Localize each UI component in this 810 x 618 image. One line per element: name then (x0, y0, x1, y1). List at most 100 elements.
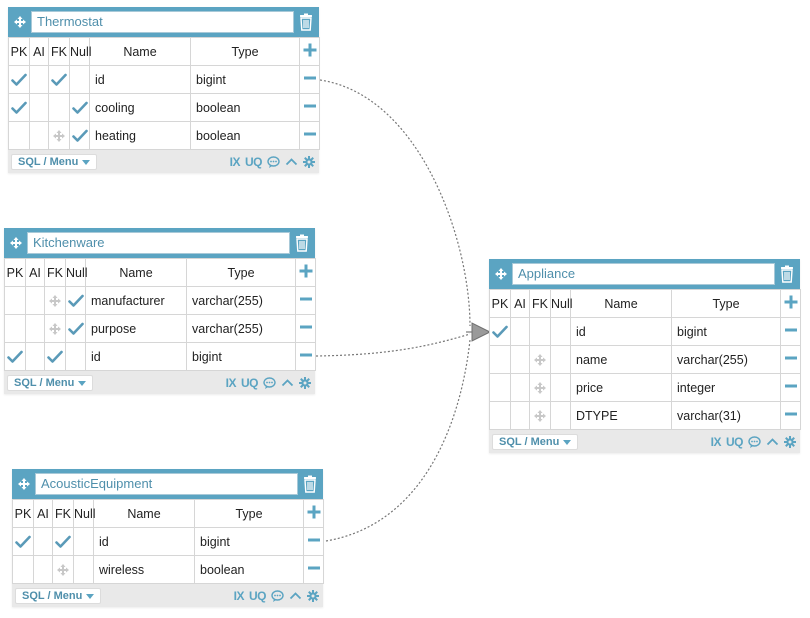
collapse-chevron-up-icon[interactable] (285, 157, 298, 166)
table-header[interactable]: Thermostat (8, 7, 319, 37)
index-button[interactable]: IX (226, 376, 237, 390)
column-row[interactable]: wireless boolean (12, 555, 324, 584)
ai-toggle[interactable] (25, 286, 45, 315)
trash-icon[interactable] (778, 263, 796, 285)
collapse-chevron-up-icon[interactable] (281, 378, 294, 387)
null-toggle[interactable] (65, 342, 86, 371)
fk-toggle[interactable] (529, 317, 551, 346)
ai-toggle[interactable] (510, 345, 530, 374)
remove-column-button[interactable] (303, 527, 324, 556)
table-acoustic-equipment[interactable]: AcousticEquipment PK AI FK Null Name Type id bi… (12, 469, 324, 607)
fk-toggle[interactable] (48, 65, 70, 94)
unique-button[interactable]: UQ (245, 155, 263, 169)
move-icon[interactable] (15, 475, 33, 493)
column-type[interactable]: bigint (671, 317, 781, 346)
pk-toggle[interactable] (8, 65, 30, 94)
column-name[interactable]: id (93, 527, 195, 556)
add-column-button[interactable] (303, 499, 324, 528)
column-row[interactable]: cooling boolean (8, 93, 320, 122)
null-toggle[interactable] (550, 373, 571, 402)
null-toggle[interactable] (69, 93, 90, 122)
ai-toggle[interactable] (33, 555, 53, 584)
column-name[interactable]: id (89, 65, 191, 94)
collapse-chevron-up-icon[interactable] (289, 591, 302, 600)
column-row[interactable]: DTYPE varchar(31) (489, 401, 801, 430)
comment-icon[interactable] (263, 376, 276, 389)
fk-toggle[interactable] (529, 401, 551, 430)
gear-icon[interactable] (299, 376, 311, 389)
unique-button[interactable]: UQ (726, 435, 744, 449)
column-name[interactable]: cooling (89, 93, 191, 122)
column-name[interactable]: id (85, 342, 187, 371)
column-row[interactable]: id bigint (4, 342, 316, 371)
column-type[interactable]: boolean (194, 555, 304, 584)
fk-toggle[interactable] (44, 314, 66, 343)
gear-icon[interactable] (784, 435, 796, 448)
fk-toggle[interactable] (44, 286, 66, 315)
collapse-chevron-up-icon[interactable] (766, 437, 779, 446)
column-type[interactable]: boolean (190, 93, 300, 122)
remove-column-button[interactable] (303, 555, 324, 584)
table-name-input[interactable]: Kitchenware (27, 232, 290, 254)
column-type[interactable]: bigint (190, 65, 300, 94)
remove-column-button[interactable] (295, 314, 316, 343)
remove-column-button[interactable] (780, 317, 801, 346)
pk-toggle[interactable] (8, 121, 30, 150)
column-name[interactable]: name (570, 345, 672, 374)
table-thermostat[interactable]: Thermostat PK AI FK Null Name Type id bigint coo… (8, 7, 320, 173)
table-kitchenware[interactable]: Kitchenware PK AI FK Null Name Type manufactur… (4, 228, 316, 394)
null-toggle[interactable] (69, 121, 90, 150)
move-icon[interactable] (11, 13, 29, 31)
comment-icon[interactable] (267, 155, 280, 168)
column-type[interactable]: integer (671, 373, 781, 402)
column-row[interactable]: manufacturer varchar(255) (4, 286, 316, 315)
sql-menu-button[interactable]: SQL / Menu (7, 374, 94, 391)
pk-toggle[interactable] (4, 342, 26, 371)
ai-toggle[interactable] (33, 527, 53, 556)
column-row[interactable]: id bigint (12, 527, 324, 556)
column-type[interactable]: varchar(255) (186, 286, 296, 315)
column-name[interactable]: price (570, 373, 672, 402)
move-icon[interactable] (492, 265, 510, 283)
column-row[interactable]: id bigint (8, 65, 320, 94)
column-name[interactable]: manufacturer (85, 286, 187, 315)
relation-line-thermostat-appliance[interactable] (319, 79, 471, 327)
move-icon[interactable] (7, 234, 25, 252)
index-button[interactable]: IX (234, 589, 245, 603)
column-row[interactable]: name varchar(255) (489, 345, 801, 374)
column-name[interactable]: DTYPE (570, 401, 672, 430)
null-toggle[interactable] (73, 555, 94, 584)
remove-column-button[interactable] (780, 373, 801, 402)
pk-toggle[interactable] (4, 314, 26, 343)
column-type[interactable]: varchar(31) (671, 401, 781, 430)
comment-icon[interactable] (271, 589, 284, 602)
null-toggle[interactable] (550, 345, 571, 374)
pk-toggle[interactable] (12, 527, 34, 556)
ai-toggle[interactable] (29, 65, 49, 94)
trash-icon[interactable] (293, 232, 311, 254)
pk-toggle[interactable] (8, 93, 30, 122)
ai-toggle[interactable] (25, 342, 45, 371)
pk-toggle[interactable] (489, 401, 511, 430)
ai-toggle[interactable] (25, 314, 45, 343)
column-name[interactable]: id (570, 317, 672, 346)
pk-toggle[interactable] (489, 345, 511, 374)
remove-column-button[interactable] (299, 65, 320, 94)
fk-toggle[interactable] (48, 93, 70, 122)
remove-column-button[interactable] (295, 342, 316, 371)
fk-toggle[interactable] (52, 555, 74, 584)
remove-column-button[interactable] (295, 286, 316, 315)
fk-toggle[interactable] (529, 373, 551, 402)
ai-toggle[interactable] (29, 93, 49, 122)
table-header[interactable]: Kitchenware (4, 228, 315, 258)
fk-toggle[interactable] (48, 121, 70, 150)
null-toggle[interactable] (65, 314, 86, 343)
table-header[interactable]: AcousticEquipment (12, 469, 323, 499)
remove-column-button[interactable] (299, 93, 320, 122)
null-toggle[interactable] (65, 286, 86, 315)
table-appliance[interactable]: Appliance PK AI FK Null Name Type id bigint name… (489, 259, 801, 453)
sql-menu-button[interactable]: SQL / Menu (15, 587, 102, 604)
trash-icon[interactable] (301, 473, 319, 495)
ai-toggle[interactable] (510, 373, 530, 402)
fk-toggle[interactable] (529, 345, 551, 374)
